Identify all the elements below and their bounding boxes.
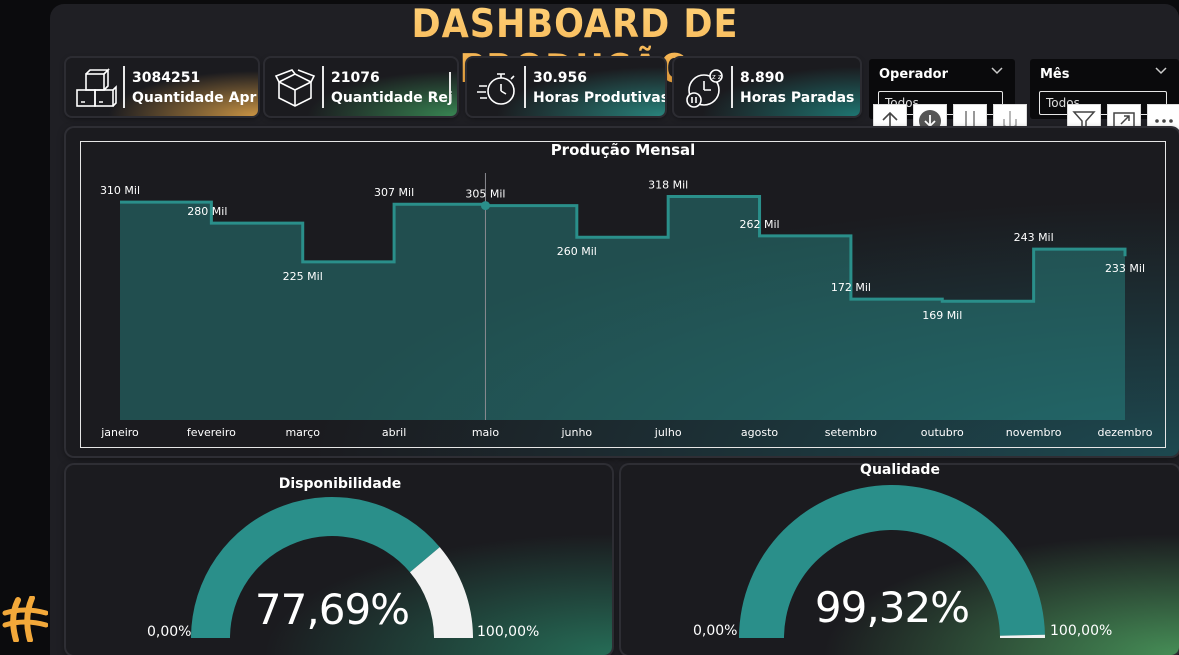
open-box-icon [274, 69, 316, 107]
kpi-right-bar [449, 72, 451, 102]
kpi-separator [524, 66, 526, 108]
kpi-card-horas-paradas[interactable]: z z 8.890 Horas Paradas [674, 58, 860, 116]
gauge-max-qualidade: 100,00% [1050, 623, 1113, 639]
data-label: 169 Mil [922, 309, 962, 322]
gauge-min-disponibilidade: 0,00% [147, 624, 192, 640]
x-tick-label: outubro [921, 426, 964, 439]
gauge-max-disponibilidade: 100,00% [477, 624, 540, 640]
clock-pause-icon: z z [686, 69, 723, 108]
x-tick-label: agosto [741, 426, 778, 439]
x-tick-label: novembro [1006, 426, 1062, 439]
chevron-down-icon[interactable] [1155, 67, 1167, 75]
data-label: 318 Mil [648, 178, 688, 191]
gauge-min-qualidade: 0,00% [693, 623, 738, 639]
left-rail [0, 0, 50, 655]
data-label: 262 Mil [739, 218, 779, 231]
gauge-value-qualidade: 99,32% [814, 583, 970, 632]
data-label: 307 Mil [374, 186, 414, 199]
slicer-title: Mês [1040, 67, 1070, 82]
data-label: 233 Mil [1105, 262, 1145, 275]
gauge-value-disponibilidade: 77,69% [254, 585, 410, 634]
hover-point[interactable] [480, 201, 490, 211]
kpi-value: 30.956 [533, 70, 588, 86]
kpi-value: 8.890 [740, 70, 785, 86]
data-label: 260 Mil [557, 245, 597, 258]
stopwatch-icon [477, 73, 515, 105]
boxes-icon [76, 68, 117, 107]
kpi-separator [123, 66, 125, 108]
x-tick-label: dezembro [1098, 426, 1153, 439]
x-tick-label: julho [654, 426, 682, 439]
brand-logo-icon [2, 596, 48, 642]
area-fill [120, 196, 1125, 420]
slicer-title: Operador [879, 67, 949, 82]
x-tick-label: setembro [825, 426, 878, 439]
data-label: 310 Mil [100, 184, 140, 197]
x-tick-label: abril [382, 426, 406, 439]
kpi-card-horas-produtivas[interactable]: 30.956 Horas Produtivas [467, 58, 665, 116]
producao-mensal-chart[interactable]: 310 Mil 280 Mil 225 Mil 307 Mil 305 Mil 260 M… [80, 141, 1166, 448]
x-tick-label: janeiro [100, 426, 139, 439]
kpi-separator [322, 66, 324, 108]
data-label: 225 Mil [283, 270, 323, 283]
kpi-label: Horas Paradas [740, 90, 855, 106]
kpi-value: 3084251 [132, 70, 201, 86]
x-tick-label: março [285, 426, 320, 439]
kpi-label: Horas Produtivas [533, 90, 665, 106]
gauge-title-qualidade: Qualidade [860, 462, 940, 478]
kpi-card-quantidade-aprovada[interactable]: 3084251 Quantidade Apr [66, 58, 258, 116]
kpi-value: 21076 [331, 70, 380, 86]
data-label: 305 Mil [465, 188, 505, 201]
kpi-label: Quantidade Rej [331, 90, 453, 106]
data-label: 280 Mil [187, 205, 227, 218]
kpi-card-quantidade-rejeitada[interactable]: 21076 Quantidade Rej [265, 58, 457, 116]
chevron-down-icon[interactable] [991, 67, 1003, 75]
data-label: 243 Mil [1014, 231, 1054, 244]
x-tick-label: fevereiro [187, 426, 236, 439]
data-label: 172 Mil [831, 281, 871, 294]
kpi-separator [731, 66, 733, 108]
x-tick-label: maio [472, 426, 500, 439]
svg-text:z z: z z [712, 73, 722, 81]
x-tick-label: junho [560, 426, 592, 439]
kpi-label: Quantidade Apr [132, 90, 257, 106]
